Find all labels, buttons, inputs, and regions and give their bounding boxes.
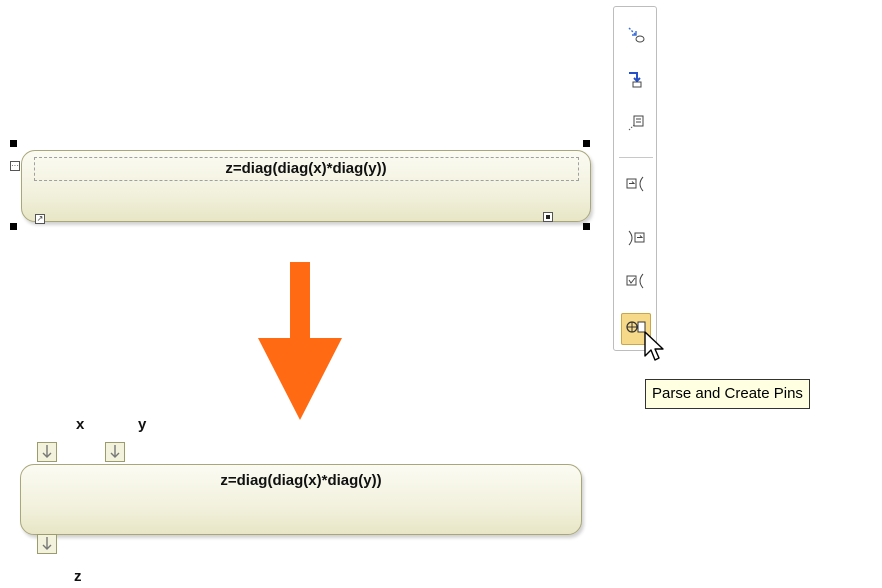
mouse-cursor-icon	[644, 331, 664, 361]
toolbar-button-connector[interactable]	[621, 21, 651, 49]
tooltip: Parse and Create Pins	[645, 379, 810, 409]
toolbar-button-input-pin[interactable]	[621, 170, 651, 198]
pin-label-x: x	[76, 416, 85, 433]
connector-icon	[628, 27, 645, 43]
navigate-icon[interactable]: ↗	[35, 214, 45, 224]
note-anchor-icon	[628, 115, 644, 131]
toolbar-button-value-pin[interactable]	[621, 267, 651, 295]
selection-handle-bottom-right[interactable]	[583, 223, 590, 230]
toolbar-separator	[619, 157, 653, 158]
resize-icon[interactable]	[543, 212, 553, 222]
selection-handle-top-left[interactable]	[10, 140, 17, 147]
toolbar-button-note[interactable]	[621, 109, 651, 137]
toolbar-button-output-pin[interactable]	[621, 224, 651, 252]
bottom-action-expression: z=diag(diag(x)*diag(y))	[220, 472, 382, 489]
output-pin-icon	[628, 230, 645, 246]
top-action-node[interactable]: z=diag(diag(x)*diag(y)) ··· ↗	[10, 140, 591, 230]
selection-handle-bottom-left[interactable]	[10, 223, 17, 230]
smart-manipulator-toolbar	[613, 6, 657, 351]
pin-label-y: y	[138, 416, 147, 433]
selection-handle-top-right[interactable]	[583, 140, 590, 147]
input-pin-icon	[626, 176, 644, 192]
top-action-expression: z=diag(diag(x)*diag(y))	[225, 160, 387, 177]
input-pin-y[interactable]	[105, 442, 125, 462]
pin-label-z: z	[74, 568, 82, 585]
value-pin-icon	[626, 273, 644, 289]
toolbar-button-control-flow[interactable]	[621, 65, 651, 93]
bottom-action-node[interactable]: x y z=diag(diag(x)*diag(y))	[20, 412, 590, 562]
input-pin-x[interactable]	[37, 442, 57, 462]
output-pin-z[interactable]	[37, 534, 57, 554]
more-options-icon[interactable]: ···	[10, 161, 20, 171]
transform-arrow-icon	[258, 262, 342, 420]
control-flow-icon	[629, 72, 642, 88]
